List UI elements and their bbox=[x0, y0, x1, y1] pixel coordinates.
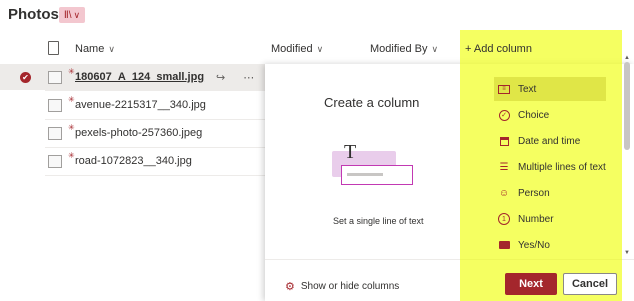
new-item-icon: ✳ bbox=[68, 67, 75, 76]
calendar-icon bbox=[498, 135, 510, 147]
next-button[interactable]: Next bbox=[505, 273, 557, 295]
column-type-multiline[interactable]: ☰ Multiple lines of text bbox=[494, 155, 606, 179]
text-type-illustration-icon: T bbox=[344, 141, 357, 163]
scrollbar-thumb[interactable] bbox=[624, 62, 630, 150]
library-view-icon: Ⅱ\ bbox=[63, 9, 72, 21]
row-divider bbox=[45, 90, 265, 91]
column-type-label: Yes/No bbox=[518, 239, 550, 251]
new-item-icon: ✳ bbox=[68, 151, 75, 160]
table-row[interactable]: ✳ road-1072823__340.jpg bbox=[0, 148, 265, 174]
add-column-button[interactable]: + Add column bbox=[465, 43, 532, 55]
number-icon: 1 bbox=[498, 213, 510, 225]
page-title: Photos bbox=[8, 6, 59, 23]
file-name[interactable]: 180607_A_124_small.jpg bbox=[75, 71, 204, 83]
column-type-number[interactable]: 1 Number bbox=[494, 207, 606, 231]
chevron-down-icon: ∨ bbox=[108, 43, 115, 54]
text-icon: ≡ bbox=[498, 83, 510, 95]
row-divider bbox=[45, 175, 265, 176]
file-name[interactable]: road-1072823__340.jpg bbox=[75, 155, 192, 167]
illustration-text-line bbox=[347, 173, 383, 176]
column-type-date-time[interactable]: Date and time bbox=[494, 129, 606, 153]
column-header-modified-label: Modified bbox=[271, 43, 313, 55]
table-row[interactable]: ✔ ✳ 180607_A_124_small.jpg ↪ ⋯ bbox=[0, 64, 265, 90]
image-file-icon bbox=[48, 70, 62, 84]
chevron-down-icon: ∨ bbox=[431, 43, 439, 54]
image-file-icon bbox=[48, 98, 62, 112]
column-type-label: Choice bbox=[518, 109, 550, 121]
file-name[interactable]: pexels-photo-257360.jpeg bbox=[75, 127, 202, 139]
gear-icon: ⚙ bbox=[285, 281, 295, 293]
cancel-button[interactable]: Cancel bbox=[563, 273, 617, 295]
show-hide-columns-link[interactable]: ⚙ Show or hide columns bbox=[285, 280, 399, 293]
table-row[interactable]: ✳ pexels-photo-257360.jpeg bbox=[0, 120, 265, 146]
multiline-icon: ☰ bbox=[499, 161, 509, 173]
chevron-down-icon: ∨ bbox=[316, 43, 324, 54]
checkmark-icon[interactable]: ✔ bbox=[20, 71, 31, 83]
column-type-label: Multiple lines of text bbox=[518, 161, 606, 173]
image-file-icon bbox=[48, 154, 62, 168]
scroll-down-icon[interactable]: ▼ bbox=[624, 250, 630, 256]
new-item-icon: ✳ bbox=[68, 95, 75, 104]
file-name[interactable]: avenue-2215317__340.jpg bbox=[75, 99, 206, 111]
scroll-up-icon[interactable]: ▲ bbox=[624, 55, 630, 61]
choice-icon: ✓ bbox=[498, 109, 510, 121]
file-type-header-icon[interactable] bbox=[48, 41, 59, 55]
column-type-label: Date and time bbox=[518, 135, 581, 147]
table-row[interactable]: ✳ avenue-2215317__340.jpg bbox=[0, 92, 265, 118]
new-item-icon: ✳ bbox=[68, 123, 75, 132]
view-switcher-button[interactable]: Ⅱ\ ∨ bbox=[59, 7, 85, 23]
column-type-label: Person bbox=[518, 187, 550, 199]
image-file-icon bbox=[48, 126, 62, 140]
share-icon[interactable]: ↪ bbox=[216, 71, 225, 84]
column-header-modified-by-label: Modified By bbox=[370, 43, 428, 55]
column-header-name-label: Name bbox=[75, 43, 105, 55]
column-header-modified[interactable]: Modified ∨ bbox=[271, 43, 323, 55]
column-type-description: Set a single line of text bbox=[333, 216, 424, 226]
column-type-label: Number bbox=[518, 213, 554, 225]
panel-title: Create a column bbox=[324, 95, 420, 110]
more-options-icon[interactable]: ⋯ bbox=[243, 71, 254, 84]
yes-no-icon bbox=[498, 239, 510, 251]
show-hide-columns-label: Show or hide columns bbox=[300, 281, 400, 292]
column-type-person[interactable]: ☺ Person bbox=[494, 181, 606, 205]
column-header-name[interactable]: Name ∨ bbox=[75, 43, 115, 55]
column-type-choice[interactable]: ✓ Choice bbox=[494, 103, 606, 127]
chevron-down-icon: ∨ bbox=[73, 9, 81, 20]
column-type-yes-no[interactable]: Yes/No bbox=[494, 233, 606, 257]
person-icon: ☺ bbox=[498, 187, 510, 199]
column-type-label: Text bbox=[518, 83, 537, 95]
column-header-modified-by[interactable]: Modified By ∨ bbox=[370, 43, 438, 55]
column-type-text[interactable]: ≡ Text bbox=[494, 77, 606, 101]
